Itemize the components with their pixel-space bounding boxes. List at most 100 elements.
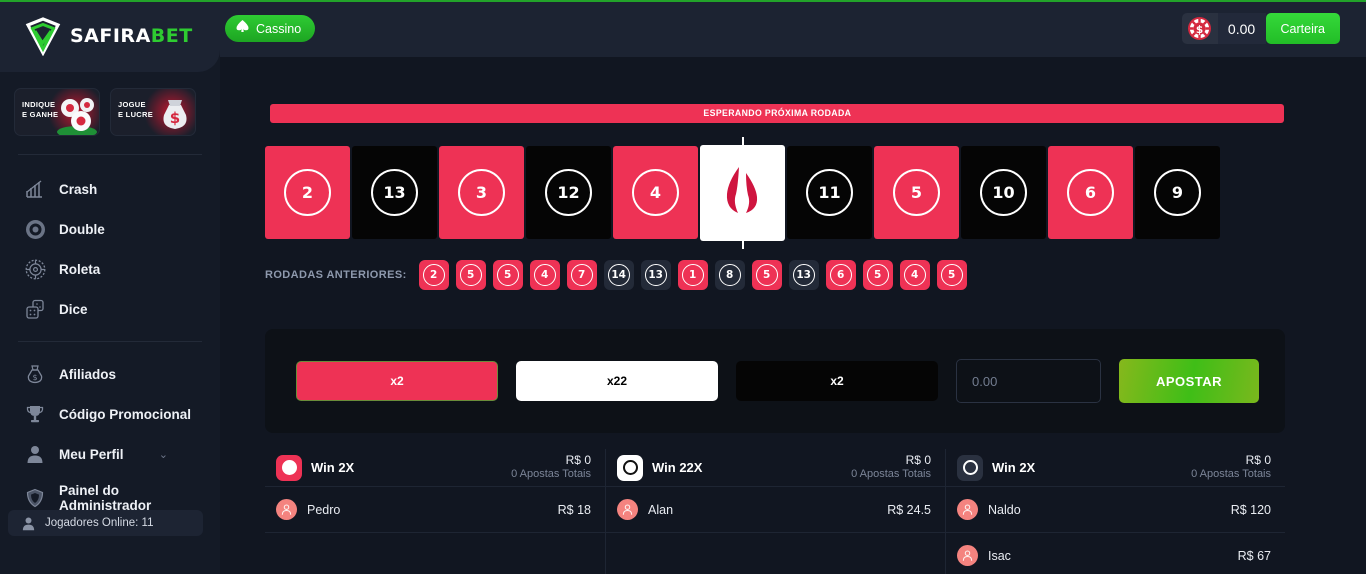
chip-ring: 5	[755, 264, 778, 286]
round-status-bar: ESPERANDO PRÓXIMA RODADA	[270, 104, 1284, 123]
bet-column-title: Win 22X	[652, 460, 703, 475]
chip-ring: 5	[459, 264, 482, 286]
card: 12	[526, 146, 611, 239]
card-value: 2	[301, 183, 314, 202]
sidebar-nav-account: $ Afiliados Código Promocional Meu Perfi…	[0, 354, 220, 522]
card-ring: 9	[1154, 169, 1201, 216]
card-ring: 3	[458, 169, 505, 216]
card-value: 10	[992, 183, 1015, 202]
player-amount: R$ 18	[557, 502, 591, 517]
sidebar-item-crash[interactable]: Crash	[0, 169, 220, 209]
dice-icon	[24, 298, 46, 320]
card-value: 9	[1171, 183, 1184, 202]
top-accent-line	[0, 0, 1366, 2]
cassino-tab[interactable]: Cassino	[225, 15, 316, 42]
position-tick	[741, 137, 744, 147]
svg-text:$: $	[1196, 24, 1203, 36]
chip-ring: 5	[940, 264, 963, 286]
bet-controls: x2 x22 x2 APOSTAR	[296, 359, 1259, 403]
avatar	[276, 499, 297, 520]
card-ring: 13	[371, 169, 418, 216]
bet-panel: x2 x22 x2 APOSTAR	[265, 329, 1285, 433]
card: 5	[874, 146, 959, 239]
chip-value: 1	[689, 269, 697, 281]
chip-ring: 7	[570, 264, 593, 286]
chip-ring: 2	[422, 264, 445, 286]
chip-value: 8	[726, 269, 734, 281]
previous-round-chip: 4	[899, 260, 930, 290]
card-ring: 5	[893, 169, 940, 216]
brand-name-primary: SAFIRA	[70, 25, 151, 47]
bet-player-row: Pedro R$ 18	[265, 487, 605, 533]
round-status-label: ESPERANDO PRÓXIMA RODADA	[703, 108, 851, 119]
card-ring: 10	[980, 169, 1027, 216]
chevron-down-icon[interactable]: ⌄	[159, 448, 168, 461]
top-header: Cassino $ 0.00 Carteira	[220, 0, 1366, 57]
card-value: 6	[1084, 183, 1097, 202]
chip-value: 6	[837, 269, 845, 281]
chip-value: 5	[467, 269, 475, 281]
card: 13	[352, 146, 437, 239]
gem-diamond-icon	[24, 16, 62, 57]
bet-column-subtitle: 0 Apostas Totais	[1191, 468, 1271, 481]
players-online-label: Jogadores Online: 11	[45, 517, 154, 529]
card-ring: 2	[284, 169, 331, 216]
card-ring: 4	[632, 169, 679, 216]
player-name: Alan	[648, 502, 674, 517]
sidebar-item-double[interactable]: Double	[0, 209, 220, 249]
card-ring: 12	[545, 169, 592, 216]
sidebar-item-dice[interactable]: Dice	[0, 289, 220, 329]
bet-option-x2-black[interactable]: x2	[736, 361, 938, 401]
bet-option-x2-red[interactable]: x2	[296, 361, 498, 401]
bet-column-title: Win 2X	[311, 460, 355, 475]
card-value: 11	[818, 183, 841, 202]
previous-round-chip: 5	[936, 260, 967, 290]
bet-column-title: Win 2X	[992, 460, 1036, 475]
chip-ring: 1	[681, 264, 704, 286]
card-ring: 6	[1067, 169, 1114, 216]
sidebar-item-meu-perfil[interactable]: Meu Perfil ⌄	[0, 434, 220, 474]
svg-text:$: $	[170, 109, 180, 127]
sidebar-item-label: Roleta	[59, 261, 101, 277]
sidebar-item-afiliados[interactable]: $ Afiliados	[0, 354, 220, 394]
sidebar-divider	[18, 154, 202, 155]
sidebar-item-label: Painel do Administrador	[59, 483, 152, 513]
card: 9	[1135, 146, 1220, 239]
previous-round-chip: 14	[603, 260, 634, 290]
bet-column-header: Win 2X R$ 00 Apostas Totais	[946, 449, 1285, 487]
sidebar-item-roleta[interactable]: Roleta	[0, 249, 220, 289]
bet-column: Win 22X R$ 00 Apostas Totais Alan R$ 24.5	[605, 449, 945, 574]
bet-column-header: Win 2X R$ 00 Apostas Totais	[265, 449, 605, 487]
sidebar-divider	[18, 341, 202, 342]
bet-column-total: R$ 0	[1245, 453, 1271, 468]
previous-round-chip: 5	[492, 260, 523, 290]
bet-multiplier-badge-icon	[276, 454, 302, 481]
previous-round-chip: 2	[418, 260, 449, 290]
cassino-tab-label: Cassino	[256, 21, 302, 36]
promo-card-jogue-e-lucre[interactable]: JOGUE E LUCRE $	[110, 88, 196, 136]
place-bet-button[interactable]: APOSTAR	[1119, 359, 1259, 403]
casino-chip-icon: $	[1181, 13, 1218, 44]
app-root: SAFIRABET INDIQUE E GANHE JOGUE E LUCRE …	[0, 0, 1366, 574]
money-bag-icon: $	[24, 363, 46, 385]
bet-amount-input[interactable]	[956, 359, 1101, 403]
previous-round-chip: 13	[788, 260, 819, 290]
card: 6	[1048, 146, 1133, 239]
bet-column-subtitle: 0 Apostas Totais	[511, 468, 591, 481]
wallet-button[interactable]: Carteira	[1265, 13, 1340, 44]
bet-player-row: Isac R$ 67	[946, 533, 1285, 574]
promo-card-indique-e-ganhe[interactable]: INDIQUE E GANHE	[14, 88, 100, 136]
chip-ring: 5	[866, 264, 889, 286]
brand-logo[interactable]: SAFIRABET	[24, 16, 193, 57]
player-name: Pedro	[307, 502, 341, 517]
sidebar-item-label: Dice	[59, 301, 88, 317]
badge-ring	[622, 460, 638, 475]
avatar	[957, 499, 978, 520]
avatar	[617, 499, 638, 520]
bet-option-x22-white[interactable]: x22	[516, 361, 718, 401]
user-icon	[20, 512, 36, 534]
sidebar-item-codigo-promocional[interactable]: Código Promocional	[0, 394, 220, 434]
previous-round-chip: 5	[751, 260, 782, 290]
bet-player-row: Alan R$ 24.5	[606, 487, 945, 533]
chip-value: 2	[430, 269, 438, 281]
